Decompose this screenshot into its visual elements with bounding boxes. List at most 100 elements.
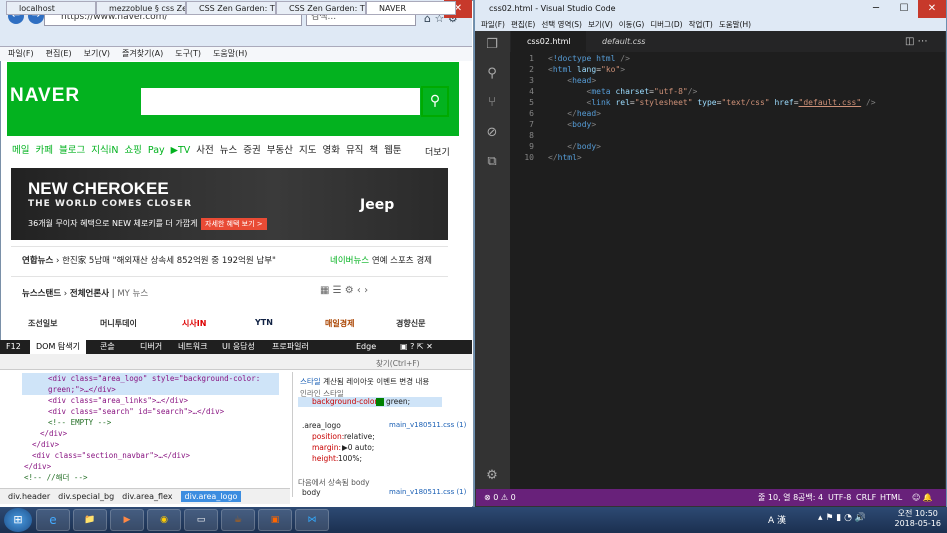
ime-indicator[interactable]: A 漢 bbox=[768, 513, 786, 526]
crumb-special-bg[interactable]: div.special_bg bbox=[58, 492, 114, 501]
edge-mode[interactable]: Edge bbox=[356, 340, 376, 354]
menu-view[interactable]: 보기(V) bbox=[84, 49, 110, 58]
vs-menu-go[interactable]: 이동(G) bbox=[619, 20, 644, 29]
clock[interactable]: 오전 10:50 2018-05-16 bbox=[895, 509, 942, 529]
tab-styles[interactable]: 스타일 bbox=[300, 377, 321, 386]
tab-profiler[interactable]: 프로파일러 bbox=[272, 340, 309, 354]
tab-dom[interactable]: DOM 탐색기 bbox=[30, 340, 86, 354]
tab-layout[interactable]: 레이아웃 bbox=[346, 377, 374, 386]
debug-icon[interactable]: ⊘ bbox=[484, 125, 500, 141]
all-press-tab[interactable]: 전체언론사 bbox=[70, 289, 109, 299]
language-mode[interactable]: HTML bbox=[880, 489, 902, 506]
settings-gear-icon[interactable]: ⚙ bbox=[484, 468, 500, 484]
prop-margin[interactable]: margin: bbox=[312, 443, 341, 452]
indent-spaces[interactable]: 공백: 4 bbox=[798, 489, 823, 506]
dom-line[interactable]: </div> bbox=[24, 461, 314, 472]
vs-menu-edit[interactable]: 편집(E) bbox=[511, 20, 535, 29]
tab-events[interactable]: 이벤트 bbox=[376, 377, 397, 386]
naver-logo[interactable]: NAVER bbox=[10, 85, 80, 107]
explorer-taskbar-icon[interactable]: 📁 bbox=[73, 509, 107, 531]
press-sisain[interactable]: 시사IN bbox=[182, 318, 206, 329]
nav-book[interactable]: 책 bbox=[369, 145, 378, 156]
vs-menu-file[interactable]: 파일(F) bbox=[481, 20, 505, 29]
vs-menu-view[interactable]: 보기(V) bbox=[588, 20, 613, 29]
extensions-icon[interactable]: ⧉ bbox=[484, 154, 500, 170]
problems-count[interactable]: ⊗ 0 ⚠ 0 bbox=[484, 489, 516, 506]
link-naver-news[interactable]: 네이버뉴스 bbox=[330, 256, 369, 266]
press-mt[interactable]: 머니투데이 bbox=[100, 318, 137, 329]
tab-naver[interactable]: NAVER bbox=[366, 1, 456, 15]
explorer-icon[interactable]: ❐ bbox=[484, 37, 500, 53]
media-taskbar-icon[interactable]: ▶ bbox=[110, 509, 144, 531]
color-swatch[interactable] bbox=[376, 398, 384, 406]
nav-mail[interactable]: 메일 bbox=[12, 145, 29, 156]
rule-source[interactable]: main_v180511.css (1) bbox=[389, 421, 466, 429]
tab-css02[interactable]: css02.html bbox=[511, 31, 586, 52]
tab-debugger[interactable]: 디버거 bbox=[140, 340, 162, 354]
vs-maximize-button[interactable]: ☐ bbox=[890, 0, 918, 18]
search-icon[interactable]: ⚲ bbox=[484, 66, 500, 82]
menu-help[interactable]: 도움말(H) bbox=[213, 49, 247, 58]
newsstand-label[interactable]: 뉴스스탠드 bbox=[22, 289, 61, 299]
body-source[interactable]: main_v180511.css (1) bbox=[389, 488, 466, 496]
tab-zen-2[interactable]: CSS Zen Garden: The... bbox=[276, 1, 366, 15]
tab-zen-1[interactable]: CSS Zen Garden: The... bbox=[186, 1, 276, 15]
tab-console[interactable]: 콘솔 bbox=[100, 340, 115, 354]
tab-localhost[interactable]: localhost bbox=[6, 1, 96, 15]
vs-close-button[interactable]: ✕ bbox=[918, 0, 946, 18]
crumb-area-flex[interactable]: div.area_flex bbox=[122, 492, 172, 501]
link-economy[interactable]: 경제 bbox=[416, 256, 432, 266]
find-field[interactable]: 찾기(Ctrl+F) bbox=[376, 358, 420, 369]
chrome-taskbar-icon[interactable]: ◉ bbox=[147, 509, 181, 531]
nav-kin[interactable]: 지식iN bbox=[91, 145, 118, 156]
menu-favorites[interactable]: 즐겨찾기(A) bbox=[122, 49, 163, 58]
naver-search-input[interactable] bbox=[139, 86, 422, 117]
ad-button[interactable]: 자세한 혜택 보기 > bbox=[201, 218, 267, 230]
vs-menu-task[interactable]: 작업(T) bbox=[689, 20, 713, 29]
nav-pay[interactable]: Pay bbox=[148, 145, 165, 156]
crumb-area-logo[interactable]: div.area_logo bbox=[180, 491, 242, 502]
nav-webtoon[interactable]: 웹툰 bbox=[384, 145, 401, 156]
tab-mezzoblue[interactable]: mezzoblue § css Zen ... bbox=[96, 1, 186, 15]
more-link[interactable]: 더보기 bbox=[425, 145, 450, 158]
menu-tools[interactable]: 도구(T) bbox=[175, 49, 201, 58]
split-editor-icon[interactable]: ◫ ⋯ bbox=[905, 36, 928, 47]
link-sports[interactable]: 스포츠 bbox=[390, 256, 413, 266]
news-source[interactable]: 연합뉴스 bbox=[22, 256, 53, 266]
cmd-taskbar-icon[interactable]: ▭ bbox=[184, 509, 218, 531]
nav-stock[interactable]: 증권 bbox=[243, 145, 260, 156]
vs-minimize-button[interactable]: ─ bbox=[862, 0, 890, 18]
nav-shopping[interactable]: 쇼핑 bbox=[124, 145, 141, 156]
press-chosun[interactable]: 조선일보 bbox=[28, 318, 57, 329]
vs-menu-help[interactable]: 도움말(H) bbox=[719, 20, 751, 29]
java-taskbar-icon[interactable]: ☕ bbox=[221, 509, 255, 531]
tab-network[interactable]: 네트워크 bbox=[178, 340, 207, 354]
menu-edit[interactable]: 편집(E) bbox=[46, 49, 72, 58]
nav-cafe[interactable]: 카페 bbox=[35, 145, 52, 156]
encoding[interactable]: UTF-8 bbox=[828, 489, 851, 506]
dom-line[interactable]: </div> bbox=[40, 428, 330, 439]
feedback-icon[interactable]: ☺ 🔔 bbox=[912, 489, 933, 506]
vs-menu-debug[interactable]: 디버그(D) bbox=[650, 20, 682, 29]
nav-news[interactable]: 뉴스 bbox=[220, 145, 237, 156]
bg-value[interactable]: green; bbox=[386, 397, 410, 406]
val-position[interactable]: relative; bbox=[344, 432, 375, 441]
ie-taskbar-icon[interactable]: e bbox=[36, 509, 70, 531]
vs-menu-selection[interactable]: 선택 영역(S) bbox=[541, 20, 582, 29]
devtools-icons[interactable]: ▣ ? ⇱ ✕ bbox=[400, 340, 433, 354]
nav-dict[interactable]: 사전 bbox=[196, 145, 213, 156]
nav-blog[interactable]: 블로그 bbox=[59, 145, 85, 156]
dom-line[interactable]: <!-- //해더 --> bbox=[24, 472, 314, 483]
val-margin[interactable]: ▶0 auto; bbox=[342, 443, 374, 452]
cursor-position[interactable]: 줄 10, 열 8 bbox=[758, 489, 798, 506]
menu-file[interactable]: 파일(F) bbox=[8, 49, 34, 58]
press-ytn[interactable]: YTN bbox=[255, 318, 273, 327]
tab-changes[interactable]: 변경 내용 bbox=[399, 377, 429, 386]
nav-map[interactable]: 지도 bbox=[299, 145, 316, 156]
prop-position[interactable]: position: bbox=[312, 432, 344, 441]
tab-ui[interactable]: UI 응답성 bbox=[222, 340, 255, 354]
tab-default-css[interactable]: default.css bbox=[586, 31, 666, 52]
app-taskbar-icon[interactable]: ▣ bbox=[258, 509, 292, 531]
nav-tv[interactable]: ▶TV bbox=[171, 145, 191, 156]
press-khan[interactable]: 경향신문 bbox=[396, 318, 425, 329]
